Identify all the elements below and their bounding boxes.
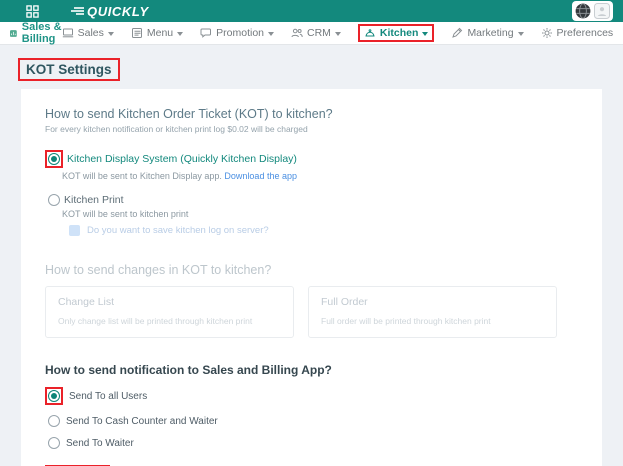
speed-lines-icon bbox=[71, 7, 84, 15]
chevron-down-icon bbox=[422, 31, 429, 36]
full-order-desc: Full order will be printed through kitch… bbox=[321, 316, 491, 326]
change-list-title: Change List bbox=[58, 296, 115, 308]
radio-label-send-to-cash-counter-and-waiter[interactable]: Send To Cash Counter and Waiter bbox=[66, 416, 218, 427]
radio-send-to-all-users[interactable] bbox=[48, 390, 60, 402]
module-nav-bar: Sales & Billing Sales Menu Promotion CRM… bbox=[0, 21, 623, 45]
changes-section-heading: How to send changes in KOT to kitchen? bbox=[45, 263, 272, 277]
gear-icon bbox=[541, 28, 552, 38]
nav-item-promotion[interactable]: Promotion bbox=[200, 27, 274, 39]
change-list-card[interactable]: Change List Only change list will be pri… bbox=[45, 286, 294, 338]
logo-text: QUICKLY bbox=[87, 3, 149, 19]
notification-section-heading: How to send notification to Sales and Bi… bbox=[45, 363, 332, 377]
menu-icon bbox=[131, 28, 142, 38]
annotation-box-kds-radio bbox=[45, 150, 63, 168]
nav-items: Sales Menu Promotion CRM Kitchen Marketi… bbox=[62, 24, 613, 42]
chevron-down-icon bbox=[107, 31, 114, 36]
kot-section-note: For every kitchen notification or kitche… bbox=[45, 124, 308, 134]
crm-icon bbox=[291, 28, 303, 38]
nav-item-marketing[interactable]: Marketing bbox=[451, 27, 524, 39]
radio-label-send-to-waiter[interactable]: Send To Waiter bbox=[66, 438, 134, 449]
change-list-desc: Only change list will be printed through… bbox=[58, 316, 253, 326]
radio-send-to-waiter[interactable] bbox=[48, 437, 60, 449]
app-name: Sales & Billing bbox=[21, 21, 62, 45]
nav-item-kitchen[interactable]: Kitchen bbox=[364, 27, 429, 39]
apps-grid-icon[interactable] bbox=[26, 4, 39, 18]
user-avatar-icon[interactable] bbox=[594, 3, 610, 19]
chevron-down-icon bbox=[517, 31, 524, 36]
radio-label-kitchen-print[interactable]: Kitchen Print bbox=[64, 194, 124, 206]
annotation-box-title: KOT Settings bbox=[18, 58, 120, 81]
chevron-down-icon bbox=[334, 31, 341, 36]
radio-send-to-cash-counter-and-waiter[interactable] bbox=[48, 415, 60, 427]
account-pill bbox=[572, 1, 613, 21]
radio-kitchen-print[interactable] bbox=[48, 194, 60, 206]
save-kitchen-log-label: Do you want to save kitchen log on serve… bbox=[87, 225, 269, 236]
kitchen-print-desc: KOT will be sent to kitchen print bbox=[62, 209, 189, 219]
annotation-box-all-users-radio bbox=[45, 387, 63, 405]
sales-billing-app-icon bbox=[10, 29, 17, 37]
nav-item-preferences[interactable]: Preferences bbox=[541, 27, 613, 39]
nav-item-menu[interactable]: Menu bbox=[131, 27, 184, 39]
chevron-down-icon bbox=[268, 31, 274, 36]
kitchen-icon bbox=[365, 29, 375, 37]
promotion-icon bbox=[200, 28, 212, 38]
download-app-link[interactable]: Download the app bbox=[224, 171, 297, 181]
radio-kitchen-display-system[interactable] bbox=[48, 153, 60, 165]
kot-section-heading: How to send Kitchen Order Ticket (KOT) t… bbox=[45, 107, 333, 121]
page-content: KOT Settings How to send Kitchen Order T… bbox=[0, 45, 623, 466]
quickly-logo: QUICKLY bbox=[71, 4, 149, 19]
full-order-card[interactable]: Full Order Full order will be printed th… bbox=[308, 286, 557, 338]
nav-item-sales[interactable]: Sales bbox=[62, 27, 114, 39]
nav-item-crm[interactable]: CRM bbox=[291, 27, 341, 39]
full-order-title: Full Order bbox=[321, 296, 368, 308]
settings-card: How to send Kitchen Order Ticket (KOT) t… bbox=[21, 89, 602, 466]
globe-icon[interactable] bbox=[575, 3, 591, 19]
annotation-box-kitchen: Kitchen bbox=[357, 24, 435, 42]
sales-icon bbox=[62, 28, 73, 38]
kds-option-desc: KOT will be sent to Kitchen Display app.… bbox=[62, 171, 297, 181]
radio-label-kitchen-display-system[interactable]: Kitchen Display System (Quickly Kitchen … bbox=[67, 153, 297, 165]
save-kitchen-log-checkbox[interactable] bbox=[69, 225, 80, 236]
top-app-bar: QUICKLY bbox=[0, 0, 623, 22]
marketing-icon bbox=[452, 27, 463, 38]
radio-label-send-to-all-users[interactable]: Send To all Users bbox=[69, 391, 147, 402]
chevron-down-icon bbox=[177, 31, 184, 36]
app-identity[interactable]: Sales & Billing bbox=[10, 21, 62, 45]
page-title: KOT Settings bbox=[26, 62, 112, 77]
